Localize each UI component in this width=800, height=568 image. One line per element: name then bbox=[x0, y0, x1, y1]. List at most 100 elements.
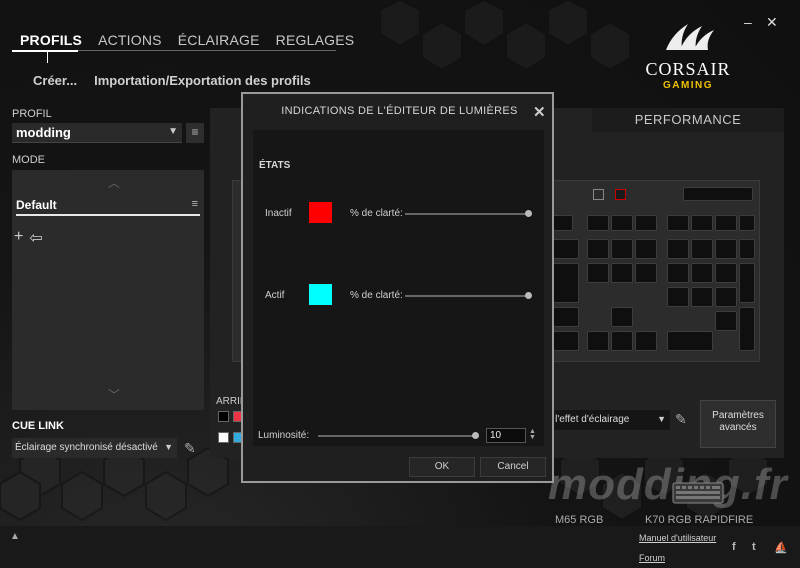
keyboard-key bbox=[715, 215, 737, 231]
keyboard-volume-bar bbox=[683, 187, 753, 201]
mode-panel: ︿ Default ≡ + ⇦ ﹀ bbox=[12, 170, 204, 410]
tab-lighting[interactable]: ÉCLAIRAGE bbox=[170, 30, 268, 50]
color-swatch-black[interactable] bbox=[218, 411, 229, 422]
keyboard-key bbox=[587, 239, 609, 259]
import-export-link[interactable]: Importation/Exportation des profils bbox=[94, 73, 311, 88]
inactive-color-swatch[interactable] bbox=[309, 202, 332, 223]
sails-logo-icon bbox=[666, 24, 714, 50]
cue-link-select-value: Éclairage synchronisé désactivé bbox=[15, 442, 158, 453]
spinner-arrows-icon[interactable]: ▲ ▼ bbox=[529, 428, 536, 441]
mode-menu-icon[interactable]: ≡ bbox=[192, 198, 198, 210]
edit-pencil-icon[interactable]: ✎ bbox=[184, 440, 196, 457]
device-label-k70[interactable]: K70 RGB RAPIDFIRE bbox=[645, 514, 753, 526]
keyboard-key bbox=[715, 311, 737, 331]
keyboard-key bbox=[667, 239, 689, 259]
cue-link-label: CUE LINK bbox=[12, 420, 64, 432]
inactive-clarity-slider[interactable] bbox=[405, 210, 532, 217]
mode-label: MODE bbox=[12, 154, 45, 166]
states-label: ÉTATS bbox=[259, 160, 291, 171]
tab-profiles[interactable]: PROFILS bbox=[12, 30, 90, 50]
forum-link[interactable]: Forum bbox=[639, 553, 665, 563]
user-manual-link[interactable]: Manuel d'utilisateur bbox=[639, 533, 716, 543]
keyboard-key bbox=[587, 263, 609, 283]
keyboard-key bbox=[635, 263, 657, 283]
tab-performance[interactable]: PERFORMANCE bbox=[592, 108, 784, 132]
keyboard-key bbox=[611, 331, 633, 351]
keyboard-key bbox=[739, 307, 755, 351]
keyboard-key bbox=[611, 239, 633, 259]
facebook-icon[interactable]: f bbox=[732, 541, 736, 553]
keyboard-key bbox=[691, 263, 713, 283]
keyboard-key bbox=[551, 239, 579, 259]
keyboard-key bbox=[611, 307, 633, 327]
keyboard-key bbox=[739, 239, 755, 259]
ok-button[interactable]: OK bbox=[409, 457, 475, 477]
active-clarity-slider[interactable] bbox=[405, 292, 532, 299]
create-profile-link[interactable]: Créer... bbox=[33, 73, 77, 88]
active-tab-tick bbox=[47, 51, 48, 63]
close-icon[interactable]: ✕ bbox=[533, 103, 546, 121]
minimize-button[interactable]: – bbox=[744, 14, 752, 30]
keyboard-key bbox=[635, 331, 657, 351]
app-window: PROFILS ACTIONS ÉCLAIRAGE REGLAGES Créer… bbox=[0, 0, 800, 568]
active-color-swatch[interactable] bbox=[309, 284, 332, 305]
keyboard-key bbox=[691, 287, 713, 307]
device-label-m65[interactable]: M65 RGB bbox=[555, 514, 603, 526]
keyboard-key bbox=[691, 215, 713, 231]
luminosity-input[interactable]: 10 bbox=[486, 428, 526, 443]
import-mode-icon[interactable]: ⇦ bbox=[29, 228, 42, 248]
tab-settings[interactable]: REGLAGES bbox=[268, 30, 363, 50]
tab-actions[interactable]: ACTIONS bbox=[90, 30, 170, 50]
keyboard-key bbox=[739, 215, 755, 231]
lighting-effect-select-value: r l'effet d'éclairage bbox=[549, 414, 630, 425]
lighting-effect-select[interactable]: r l'effet d'éclairage ▼ bbox=[546, 410, 670, 430]
active-clarity-label: % de clarté: bbox=[350, 290, 403, 301]
edit-effect-pencil-icon[interactable]: ✎ bbox=[675, 411, 687, 428]
keyboard-key bbox=[611, 263, 633, 283]
hex-background-pattern-top bbox=[379, 0, 631, 72]
close-window-button[interactable]: ✕ bbox=[766, 14, 778, 31]
slider-knob[interactable] bbox=[472, 432, 479, 439]
keyboard-key bbox=[551, 263, 579, 303]
keyboard-key bbox=[551, 331, 579, 351]
keyboard-key bbox=[667, 331, 713, 351]
keyboard-key bbox=[667, 263, 689, 283]
twitter-icon[interactable]: t bbox=[752, 541, 756, 553]
keyboard-led-indicator bbox=[593, 189, 604, 200]
keyboard-key bbox=[551, 215, 573, 231]
site-watermark: modding.fr bbox=[548, 460, 788, 509]
add-mode-icon[interactable]: + bbox=[14, 228, 23, 248]
cancel-button[interactable]: Cancel bbox=[480, 457, 546, 477]
luminosity-slider[interactable] bbox=[318, 432, 479, 439]
profile-subnav: Créer... Importation/Exportation des pro… bbox=[33, 73, 311, 88]
profile-select[interactable]: modding ▼ bbox=[12, 123, 182, 143]
keyboard-key bbox=[551, 307, 579, 327]
slider-knob[interactable] bbox=[525, 292, 532, 299]
scroll-down-icon[interactable]: ﹀ bbox=[108, 386, 120, 403]
profile-menu-icon[interactable]: ≡ bbox=[186, 123, 204, 143]
logo-wordmark: CORSAIR bbox=[645, 59, 731, 79]
keyboard-led-indicator-active bbox=[615, 189, 626, 200]
mode-item-label: Default bbox=[16, 198, 57, 212]
color-swatch-white[interactable] bbox=[218, 432, 229, 443]
mode-tools: + ⇦ bbox=[14, 228, 43, 248]
luminosity-label: Luminosité: bbox=[258, 430, 310, 441]
scroll-up-icon[interactable]: ︿ bbox=[108, 174, 120, 191]
cue-link-select[interactable]: Éclairage synchronisé désactivé ▼ bbox=[12, 438, 177, 458]
dialog-body: ÉTATS Inactif % de clarté: Actif % de cl… bbox=[253, 130, 544, 446]
main-nav: PROFILS ACTIONS ÉCLAIRAGE REGLAGES bbox=[12, 30, 362, 50]
slider-knob[interactable] bbox=[525, 210, 532, 217]
keyboard-key bbox=[739, 263, 755, 303]
chevron-down-icon: ▼ bbox=[164, 442, 173, 452]
corsair-logo: CORSAIR GAMING bbox=[642, 20, 734, 91]
chevron-down-icon: ▼ bbox=[168, 126, 178, 137]
advanced-settings-button[interactable]: Paramètres avancés bbox=[700, 400, 776, 448]
corsair-sails-icon[interactable]: ⛵ bbox=[774, 541, 788, 554]
keyboard-device-icon[interactable] bbox=[672, 482, 724, 504]
keyboard-key bbox=[667, 215, 689, 231]
logo-subtitle: GAMING bbox=[662, 80, 714, 91]
chevron-down-icon: ▼ bbox=[657, 414, 666, 424]
mode-item-default[interactable]: Default ≡ bbox=[16, 196, 200, 216]
expand-up-icon[interactable]: ▲ bbox=[10, 531, 20, 542]
keyboard-key bbox=[691, 239, 713, 259]
